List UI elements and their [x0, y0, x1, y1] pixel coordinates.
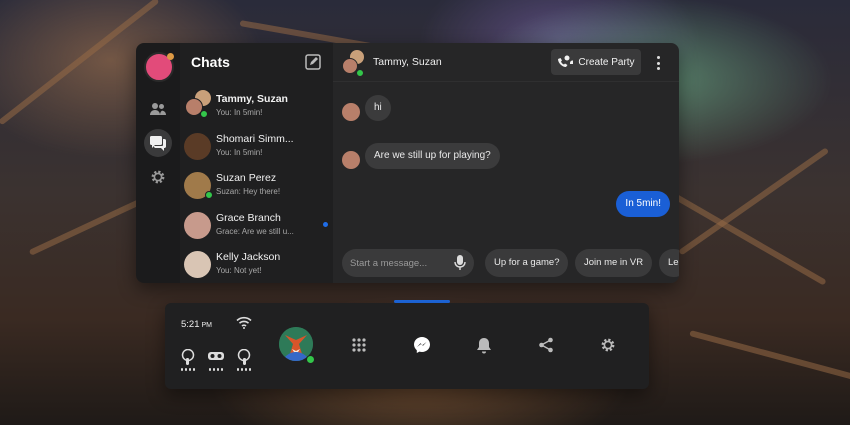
chat-window: Chats Tammy, Suzan You: In 5min! Shomari… — [136, 43, 679, 283]
gear-icon[interactable] — [144, 163, 172, 191]
message-composer[interactable] — [342, 249, 474, 277]
system-dock: 5:21 PM — [165, 303, 649, 389]
controller-right-icon[interactable] — [235, 349, 253, 373]
create-party-label: Create Party — [578, 56, 635, 68]
sidebar — [136, 43, 180, 283]
chat-bubbles-icon[interactable] — [144, 129, 172, 157]
messenger-icon[interactable] — [411, 334, 433, 356]
quick-reply-chip[interactable]: Le — [659, 249, 679, 277]
online-indicator — [200, 110, 208, 118]
quick-reply-chip[interactable]: Up for a game? — [485, 249, 569, 277]
party-call-icon — [558, 55, 574, 67]
chat-item-preview: You: In 5min! — [216, 108, 263, 117]
avatar — [342, 151, 360, 169]
controller-left-icon[interactable] — [179, 349, 197, 373]
chat-item-suzan-perez[interactable]: Suzan Perez Suzan: Hey there! — [180, 168, 333, 206]
microphone-icon[interactable] — [454, 255, 466, 271]
share-icon[interactable] — [535, 334, 557, 356]
message-input[interactable] — [350, 249, 450, 277]
conversation-pane: Tammy, Suzan Create Party hi Are we stil… — [333, 43, 679, 283]
message-bubble: Are we still up for playing? — [365, 143, 500, 169]
unread-indicator — [323, 222, 328, 227]
conversation-header: Tammy, Suzan Create Party — [333, 43, 679, 82]
people-icon[interactable] — [144, 95, 172, 123]
chat-item-preview: Grace: Are we still u... — [216, 227, 294, 236]
chat-item-preview: Suzan: Hey there! — [216, 187, 281, 196]
gear-icon[interactable] — [597, 334, 619, 356]
chat-item-grace-branch[interactable]: Grace Branch Grace: Are we still u... — [180, 208, 333, 246]
chat-item-preview: You: In 5min! — [216, 148, 263, 157]
chat-item-name: Grace Branch — [216, 212, 281, 224]
avatar — [342, 103, 360, 121]
chat-list-title: Chats — [191, 54, 230, 70]
my-message-bubble: In 5min! — [616, 191, 670, 217]
app-grid-icon[interactable] — [348, 334, 370, 356]
message-bubble: hi — [365, 95, 391, 121]
clock-suffix: PM — [201, 322, 213, 329]
bell-icon[interactable] — [473, 334, 495, 356]
chat-list: Chats Tammy, Suzan You: In 5min! Shomari… — [180, 43, 333, 283]
avatar — [184, 212, 211, 239]
chat-item-name: Shomari Simm... — [216, 133, 294, 145]
avatar — [184, 251, 211, 278]
online-indicator — [356, 69, 364, 77]
chat-item-name: Kelly Jackson — [216, 251, 281, 263]
chat-item-name: Suzan Perez — [216, 172, 277, 184]
conversation-title: Tammy, Suzan — [373, 56, 442, 68]
wifi-icon — [236, 316, 252, 329]
chat-item-name: Tammy, Suzan — [216, 93, 288, 105]
clock: 5:21 PM — [181, 319, 212, 330]
online-indicator — [306, 355, 315, 364]
more-options-icon[interactable] — [655, 56, 661, 70]
chat-item-tammy-suzan[interactable]: Tammy, Suzan You: In 5min! — [180, 89, 333, 127]
clock-time: 5:21 — [181, 319, 200, 330]
create-party-button[interactable]: Create Party — [551, 49, 641, 75]
online-indicator — [205, 191, 213, 199]
my-avatar[interactable] — [144, 52, 174, 82]
quick-reply-chip[interactable]: Join me in VR — [575, 249, 653, 277]
compose-icon[interactable] — [305, 54, 323, 72]
chat-item-preview: You: Not yet! — [216, 266, 262, 275]
avatar — [184, 133, 211, 160]
chat-item-shomari[interactable]: Shomari Simm... You: In 5min! — [180, 129, 333, 167]
headset-icon[interactable] — [207, 349, 225, 373]
chat-item-kelly-jackson[interactable]: Kelly Jackson You: Not yet! — [180, 247, 333, 283]
